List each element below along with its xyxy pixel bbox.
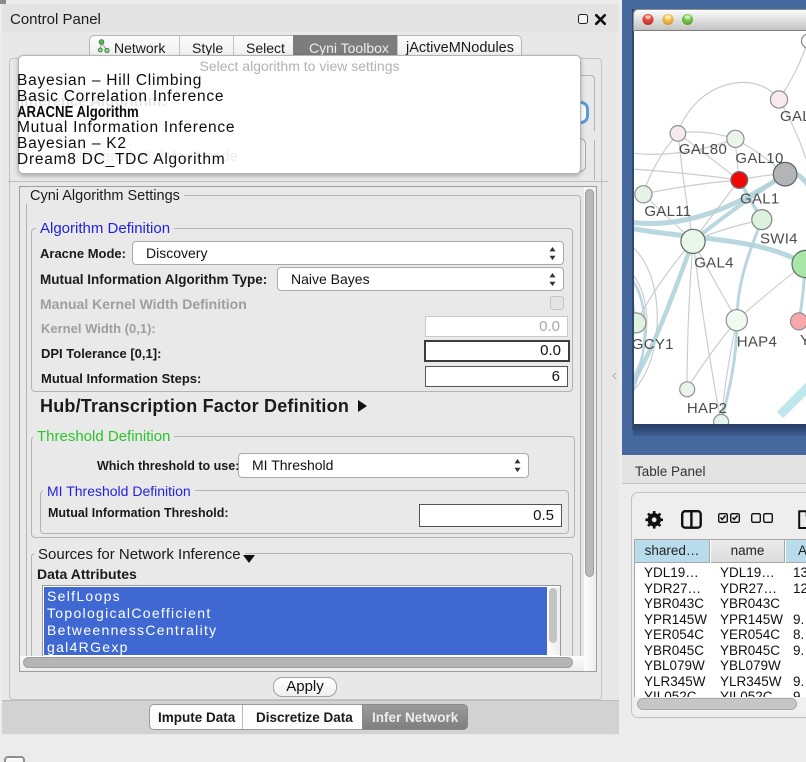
svg-text:GAL10: GAL10: [735, 150, 783, 167]
svg-text:GAL80: GAL80: [679, 141, 727, 158]
svg-text:GAL4: GAL4: [694, 255, 734, 272]
svg-text:HAP4: HAP4: [737, 334, 777, 351]
svg-text:HAP2: HAP2: [687, 400, 727, 417]
svg-text:YG: YG: [800, 332, 806, 349]
svg-text:GAL1: GAL1: [740, 191, 780, 208]
svg-text:GAL7: GAL7: [780, 108, 806, 125]
svg-text:GAL11: GAL11: [644, 203, 691, 220]
svg-text:GCY1: GCY1: [634, 336, 674, 353]
svg-text:SWI4: SWI4: [760, 231, 798, 248]
